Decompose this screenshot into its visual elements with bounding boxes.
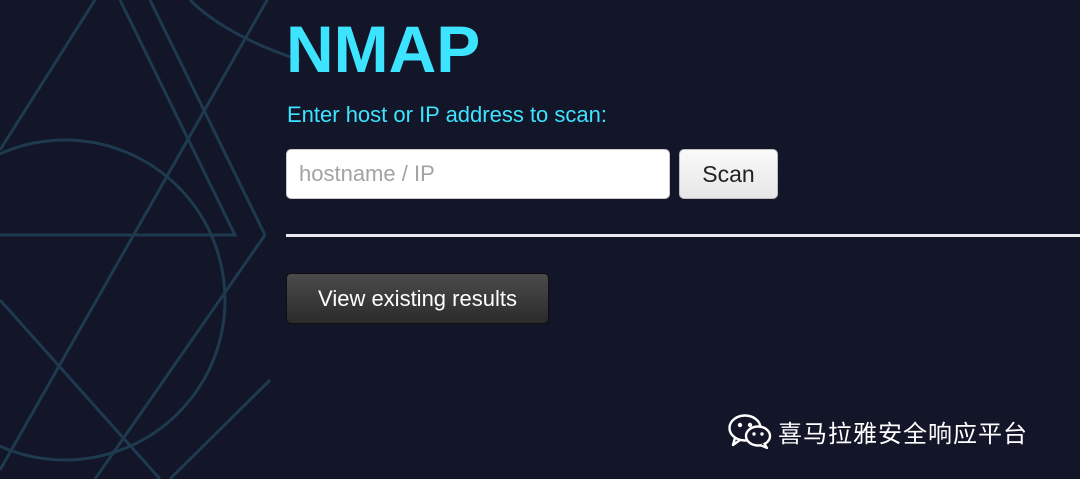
view-existing-results-button[interactable]: View existing results: [286, 273, 549, 324]
scan-prompt-label: Enter host or IP address to scan:: [287, 102, 607, 127]
scan-button[interactable]: Scan: [679, 149, 778, 199]
watermark: 喜马拉雅安全响应平台: [728, 411, 1028, 451]
page-title: NMAP: [286, 12, 481, 86]
wechat-icon: [728, 414, 772, 449]
host-input[interactable]: [286, 149, 670, 199]
watermark-text: 喜马拉雅安全响应平台: [778, 419, 1028, 448]
background-geometry: [0, 0, 301, 479]
section-divider: [286, 234, 1080, 237]
